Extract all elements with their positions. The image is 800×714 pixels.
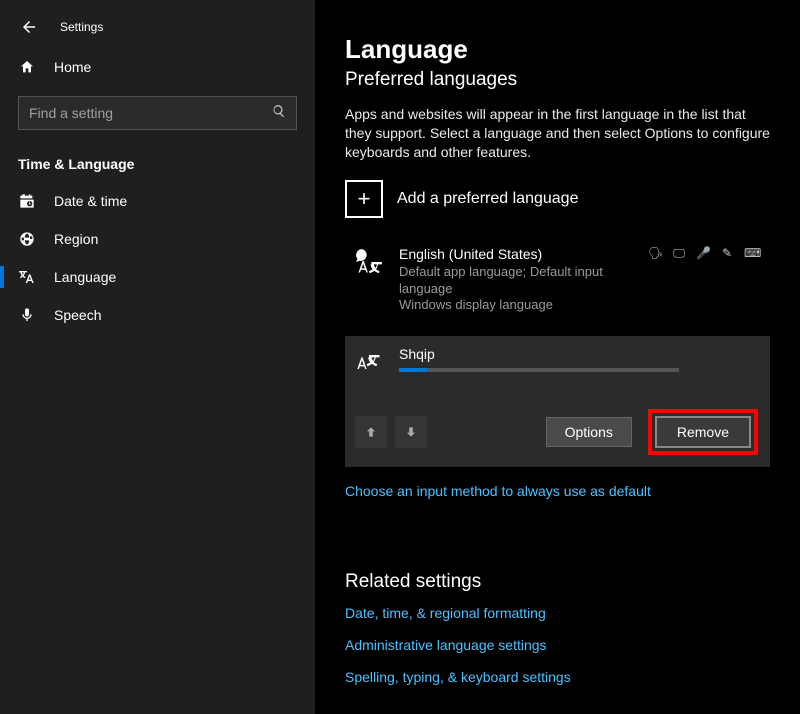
language-sub2: Windows display language xyxy=(399,297,634,314)
language-name: Shqip xyxy=(399,346,758,362)
page-subtitle: Preferred languages xyxy=(345,69,770,91)
language-name: English (United States) xyxy=(399,246,634,262)
sidebar-item-date-time[interactable]: Date & time xyxy=(0,182,315,220)
default-input-method-link[interactable]: Choose an input method to always use as … xyxy=(345,483,770,499)
search-icon xyxy=(272,104,286,123)
globe-icon xyxy=(18,231,36,247)
handwriting-icon: ✎ xyxy=(720,246,734,261)
remove-highlight-annotation: Remove xyxy=(648,409,758,455)
keyboard-icon: ⌨ xyxy=(744,246,758,261)
plus-icon: + xyxy=(345,180,383,218)
sidebar-item-home[interactable]: Home xyxy=(0,48,315,86)
home-icon xyxy=(18,59,36,75)
window-title: Settings xyxy=(60,20,103,34)
related-link-spelling-typing[interactable]: Spelling, typing, & keyboard settings xyxy=(345,669,770,685)
sidebar-item-label: Region xyxy=(54,231,98,247)
sidebar-item-label: Home xyxy=(54,59,91,75)
page-description: Apps and websites will appear in the fir… xyxy=(345,105,770,162)
add-language-label: Add a preferred language xyxy=(397,190,578,208)
remove-button[interactable]: Remove xyxy=(655,416,751,448)
language-sub1: Default app language; Default input lang… xyxy=(399,264,634,298)
search-input-container[interactable] xyxy=(18,96,297,130)
options-button[interactable]: Options xyxy=(546,417,632,447)
related-link-date-time[interactable]: Date, time, & regional formatting xyxy=(345,605,770,621)
sidebar-item-label: Speech xyxy=(54,307,101,323)
language-glyph-icon xyxy=(355,346,385,381)
sidebar-item-region[interactable]: Region xyxy=(0,220,315,258)
tts-icon: 🗣 xyxy=(648,246,662,261)
voice-icon: 🎤 xyxy=(696,246,710,261)
back-icon[interactable] xyxy=(20,18,38,36)
language-item-english[interactable]: English (United States) Default app lang… xyxy=(345,236,770,327)
sidebar-item-label: Date & time xyxy=(54,193,127,209)
download-progress xyxy=(399,368,679,372)
add-language-button[interactable]: + Add a preferred language xyxy=(345,180,770,218)
sidebar-section-title: Time & Language xyxy=(0,142,315,182)
sidebar-item-label: Language xyxy=(54,269,116,285)
related-link-admin-language[interactable]: Administrative language settings xyxy=(345,637,770,653)
language-item-shqip[interactable]: Shqip Options Remove xyxy=(345,336,770,467)
move-down-button[interactable] xyxy=(395,416,427,448)
language-icon xyxy=(18,269,36,285)
page-title: Language xyxy=(345,34,770,65)
move-up-button[interactable] xyxy=(355,416,387,448)
microphone-icon xyxy=(18,307,36,323)
search-input[interactable] xyxy=(29,105,272,121)
sidebar-item-speech[interactable]: Speech xyxy=(0,296,315,334)
related-settings-title: Related settings xyxy=(345,571,770,593)
language-feature-icons: 🗣 🖵 🎤 ✎ ⌨ xyxy=(648,246,758,261)
sidebar-item-language[interactable]: Language xyxy=(0,258,315,296)
language-glyph-icon xyxy=(355,246,385,281)
display-icon: 🖵 xyxy=(672,246,686,261)
calendar-clock-icon xyxy=(18,193,36,209)
